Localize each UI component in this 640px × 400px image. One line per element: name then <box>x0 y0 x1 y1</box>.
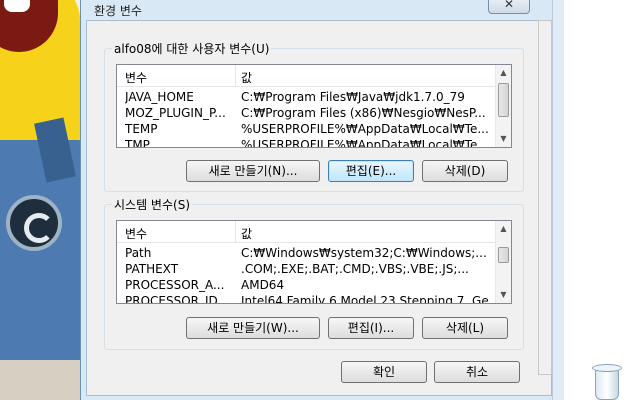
scroll-up-arrow-icon[interactable]: ▲ <box>496 221 511 237</box>
table-row[interactable]: JAVA_HOME C:₩Program Files₩Java₩jdk1.7.0… <box>117 89 495 105</box>
bin-lid <box>592 364 622 372</box>
variable-value: C:₩Program Files (x86)₩Nesgio₩NesP... <box>241 106 486 120</box>
table-row[interactable]: PATHEXT .COM;.EXE;.BAT;.CMD;.VBS;.VBE;.J… <box>117 261 495 277</box>
desktop-wallpaper <box>0 0 90 400</box>
column-header-name[interactable]: 변수 <box>125 69 147 86</box>
window-right-frame <box>552 0 564 400</box>
user-variables-list[interactable]: 변수 값 JAVA_HOME C:₩Program Files₩Java₩jdk… <box>116 64 512 148</box>
system-variables-label: 시스템 변수(S) <box>112 196 192 213</box>
bin-body <box>595 370 619 400</box>
variable-name: PROCESSOR_A... <box>125 278 225 292</box>
table-row[interactable]: PROCESSOR_ID... Intel64 Family 6 Model 2… <box>117 293 495 304</box>
variable-name: Path <box>125 246 152 260</box>
variable-name: JAVA_HOME <box>125 90 194 104</box>
variable-name: MOZ_PLUGIN_P... <box>125 106 226 120</box>
table-row[interactable]: Path C:₩Windows₩system32;C:₩Windows;... <box>117 245 495 261</box>
variable-name: TEMP <box>125 122 158 136</box>
variable-name: PATHEXT <box>125 262 179 276</box>
column-divider[interactable] <box>235 65 236 87</box>
table-row[interactable]: TMP %USERPROFILE%₩AppData₩Local₩Te... <box>117 137 495 148</box>
system-delete-button[interactable]: 삭제(L) <box>422 317 508 339</box>
variable-value: %USERPROFILE%₩AppData₩Local₩Te... <box>241 138 489 148</box>
user-variables-label: alfo08에 대한 사용자 변수(U) <box>112 40 272 57</box>
close-button[interactable]: ✕ <box>488 0 530 14</box>
column-header-name[interactable]: 변수 <box>125 225 147 242</box>
ok-button[interactable]: 확인 <box>341 361 427 383</box>
column-header-value[interactable]: 값 <box>241 225 252 242</box>
table-row[interactable]: PROCESSOR_A... AMD64 <box>117 277 495 293</box>
table-row[interactable]: MOZ_PLUGIN_P... C:₩Program Files (x86)₩N… <box>117 105 495 121</box>
variable-value: AMD64 <box>241 278 285 292</box>
minion-tooth <box>4 0 30 12</box>
cancel-button[interactable]: 취소 <box>434 361 520 383</box>
minion-overalls <box>0 140 88 390</box>
system-variables-list[interactable]: 변수 값 Path C:₩Windows₩system32;C:₩Windows… <box>116 220 512 304</box>
vertical-scrollbar[interactable]: ▲ ▼ <box>495 65 511 147</box>
variable-value: C:₩Windows₩system32;C:₩Windows;... <box>241 246 487 260</box>
system-new-button[interactable]: 새로 만들기(W)... <box>186 317 320 339</box>
system-edit-button[interactable]: 편집(I)... <box>328 317 414 339</box>
scrollbar-thumb[interactable] <box>498 83 509 117</box>
user-new-button[interactable]: 새로 만들기(N)... <box>186 160 320 182</box>
background-window-edge <box>538 20 552 375</box>
scroll-down-arrow-icon[interactable]: ▼ <box>496 131 511 147</box>
user-edit-button[interactable]: 편집(E)... <box>328 160 414 182</box>
variable-value: Intel64 Family 6 Model 23 Stepping 7, Ge… <box>241 294 491 304</box>
list-header: 변수 값 <box>117 221 511 243</box>
variable-value: C:₩Program Files₩Java₩jdk1.7.0_79 <box>241 90 465 104</box>
variable-value: %USERPROFILE%₩AppData₩Local₩Te... <box>241 122 489 136</box>
close-icon: ✕ <box>504 0 515 11</box>
user-delete-button[interactable]: 삭제(D) <box>422 160 508 182</box>
column-divider[interactable] <box>235 221 236 243</box>
scrollbar-thumb[interactable] <box>498 247 509 263</box>
variable-name: PROCESSOR_ID... <box>125 294 230 304</box>
vertical-scrollbar[interactable]: ▲ ▼ <box>495 221 511 303</box>
scroll-down-arrow-icon[interactable]: ▼ <box>496 287 511 303</box>
recycle-bin-icon[interactable] <box>592 362 622 400</box>
list-header: 변수 값 <box>117 65 511 87</box>
column-header-value[interactable]: 값 <box>241 69 252 86</box>
variable-value: .COM;.EXE;.BAT;.CMD;.VBS;.VBE;.JS;... <box>241 262 469 276</box>
gru-logo-icon <box>6 195 62 251</box>
table-row[interactable]: TEMP %USERPROFILE%₩AppData₩Local₩Te... <box>117 121 495 137</box>
scroll-up-arrow-icon[interactable]: ▲ <box>496 65 511 81</box>
variable-name: TMP <box>125 138 150 148</box>
window-title: 환경 변수 <box>94 4 142 18</box>
wallpaper-floor <box>0 360 80 400</box>
